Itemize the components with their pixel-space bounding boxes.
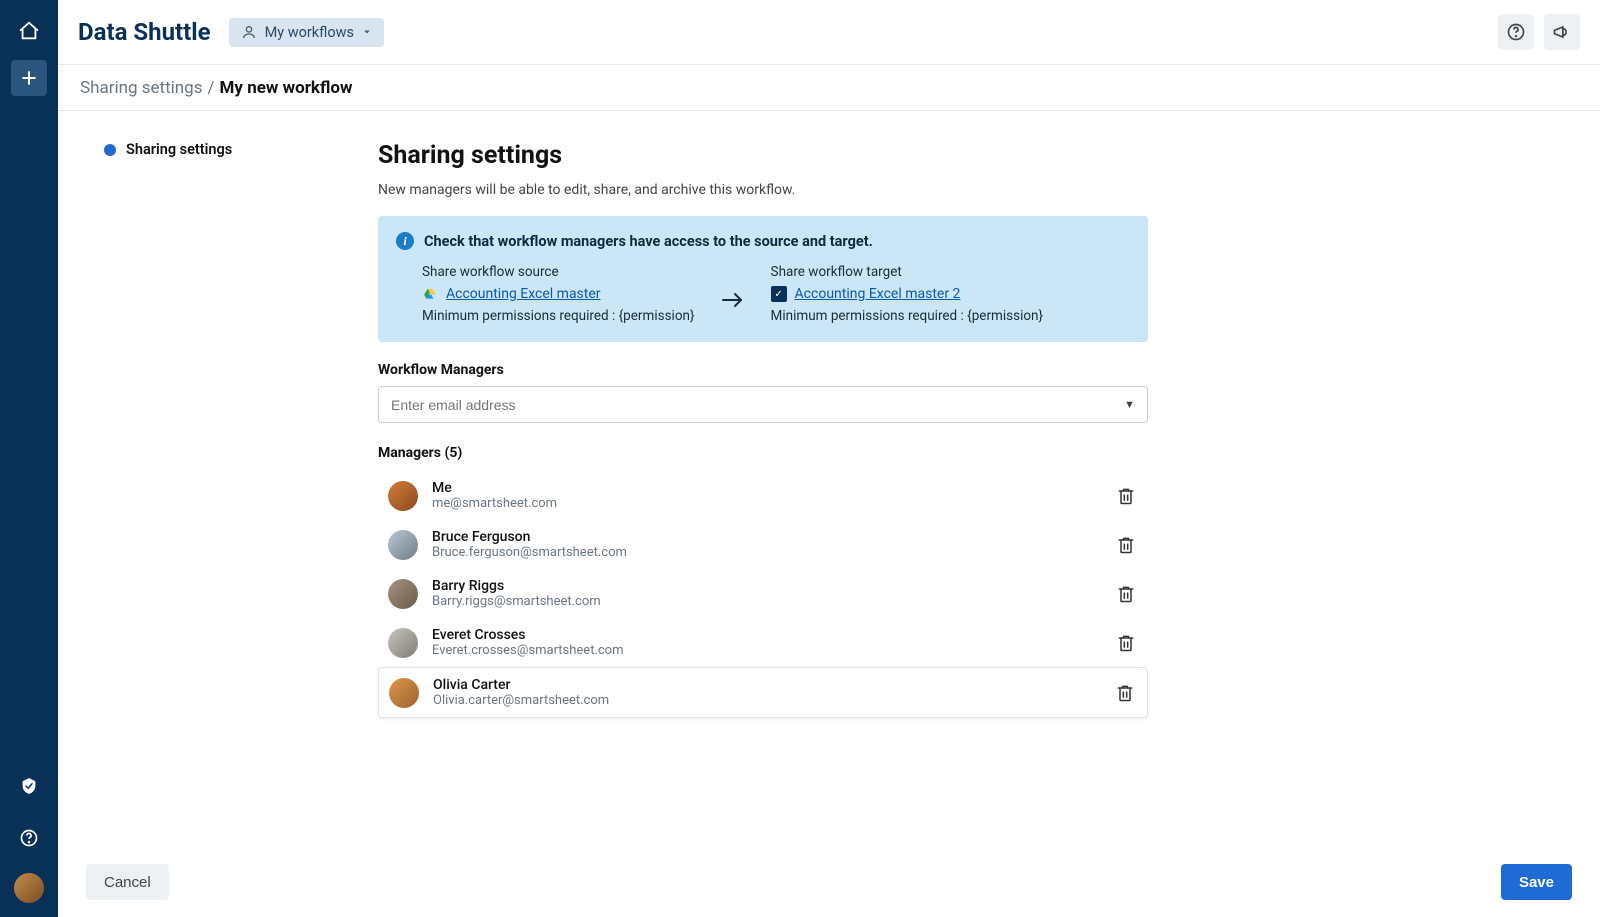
delete-manager-button[interactable] — [1115, 683, 1135, 703]
page-subtitle: New managers will be able to edit, share… — [378, 182, 1148, 198]
user-avatar[interactable] — [14, 873, 44, 903]
manager-row: Bruce FergusonBruce.ferguson@smartsheet.… — [378, 520, 1148, 569]
home-icon[interactable] — [12, 14, 46, 48]
avatar — [388, 628, 418, 658]
target-label: Share workflow target — [771, 264, 1044, 280]
chevron-down-icon: ▼ — [1124, 398, 1135, 411]
target-link[interactable]: Accounting Excel master 2 — [795, 286, 961, 302]
help-icon[interactable] — [12, 821, 46, 855]
delete-manager-button[interactable] — [1116, 535, 1136, 555]
info-callout: i Check that workflow managers have acce… — [378, 216, 1148, 342]
manager-row: Barry RiggsBarry.riggs@smartsheet.com — [378, 569, 1148, 618]
brand-title: Data Shuttle — [78, 18, 211, 46]
managers-list: Meme@smartsheet.comBruce FergusonBruce.f… — [378, 471, 1148, 718]
cancel-button[interactable]: Cancel — [86, 864, 169, 900]
workflows-dropdown[interactable]: My workflows — [229, 18, 384, 47]
add-icon[interactable] — [11, 60, 47, 96]
side-nav: Sharing settings — [58, 111, 378, 917]
manager-name: Barry Riggs — [432, 578, 601, 594]
manager-row: Everet CrossesEveret.crosses@smartsheet.… — [378, 618, 1148, 667]
manager-name: Everet Crosses — [432, 627, 624, 643]
help-button[interactable] — [1498, 14, 1534, 50]
manager-row: Meme@smartsheet.com — [378, 471, 1148, 520]
breadcrumb-parent[interactable]: Sharing settings — [80, 78, 203, 98]
managers-count-label: Managers (5) — [378, 445, 1148, 461]
manager-name: Olivia Carter — [433, 677, 609, 693]
delete-manager-button[interactable] — [1116, 584, 1136, 604]
manager-email: Bruce.ferguson@smartsheet.com — [432, 545, 627, 560]
info-heading: Check that workflow managers have access… — [424, 233, 873, 250]
sidenav-item-sharing[interactable]: Sharing settings — [104, 141, 378, 158]
footer: Cancel Save — [58, 847, 1600, 917]
manager-name: Me — [432, 480, 557, 496]
question-icon — [1506, 22, 1526, 42]
announcements-button[interactable] — [1544, 14, 1580, 50]
email-combo[interactable]: ▼ — [378, 386, 1148, 423]
delete-manager-button[interactable] — [1116, 486, 1136, 506]
step-dot-icon — [104, 144, 116, 156]
megaphone-icon — [1552, 22, 1572, 42]
manager-email: Everet.crosses@smartsheet.com — [432, 643, 624, 658]
source-permission: Minimum permissions required : {permissi… — [422, 308, 695, 324]
workflow-managers-label: Workflow Managers — [378, 362, 1148, 378]
avatar — [389, 678, 419, 708]
chevron-down-icon — [362, 27, 372, 37]
sidenav-item-label: Sharing settings — [126, 141, 232, 158]
google-drive-icon — [422, 287, 438, 301]
info-icon: i — [396, 232, 414, 250]
manager-email: Olivia.carter@smartsheet.com — [433, 693, 609, 708]
shield-check-icon[interactable] — [12, 769, 46, 803]
save-button[interactable]: Save — [1501, 864, 1572, 900]
smartsheet-icon: ✓ — [771, 286, 787, 302]
breadcrumb-current: My new workflow — [220, 78, 353, 98]
manager-email: me@smartsheet.com — [432, 496, 557, 511]
avatar — [388, 481, 418, 511]
breadcrumb-sep: / — [208, 78, 215, 98]
topbar: Data Shuttle My workflows — [58, 0, 1600, 65]
avatar — [388, 579, 418, 609]
manager-email: Barry.riggs@smartsheet.com — [432, 594, 601, 609]
manager-name: Bruce Ferguson — [432, 529, 627, 545]
source-label: Share workflow source — [422, 264, 695, 280]
breadcrumb: Sharing settings / My new workflow — [58, 65, 1600, 111]
arrow-icon — [721, 276, 745, 312]
target-permission: Minimum permissions required : {permissi… — [771, 308, 1044, 324]
workflows-dropdown-label: My workflows — [265, 24, 354, 41]
email-input[interactable] — [391, 397, 1124, 413]
page-title: Sharing settings — [378, 141, 1148, 170]
left-rail — [0, 0, 58, 917]
avatar — [388, 530, 418, 560]
manager-row: Olivia CarterOlivia.carter@smartsheet.co… — [378, 667, 1148, 718]
delete-manager-button[interactable] — [1116, 633, 1136, 653]
user-icon — [241, 24, 257, 40]
source-link[interactable]: Accounting Excel master — [446, 286, 601, 302]
